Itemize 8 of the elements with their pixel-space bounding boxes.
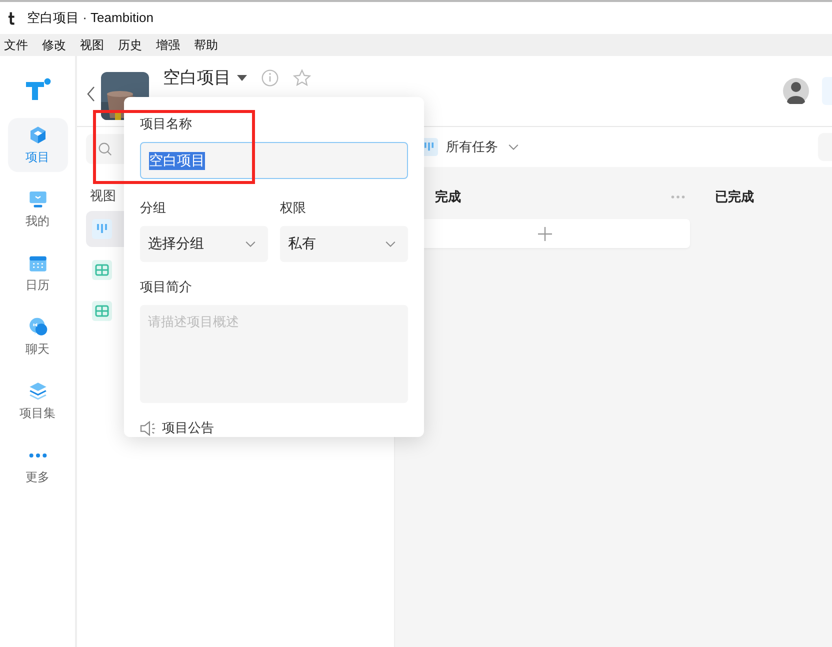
window-title: 空白项目 · Teambition bbox=[27, 9, 154, 27]
field-label: 分组 bbox=[140, 199, 166, 217]
field-label: 项目名称 bbox=[140, 115, 192, 133]
column-title: 已完成 bbox=[715, 188, 754, 206]
field-label: 权限 bbox=[280, 199, 306, 217]
column-title: 完成 bbox=[435, 188, 461, 206]
field-label: 项目简介 bbox=[140, 278, 192, 296]
section-heading: 视图 bbox=[90, 187, 117, 205]
